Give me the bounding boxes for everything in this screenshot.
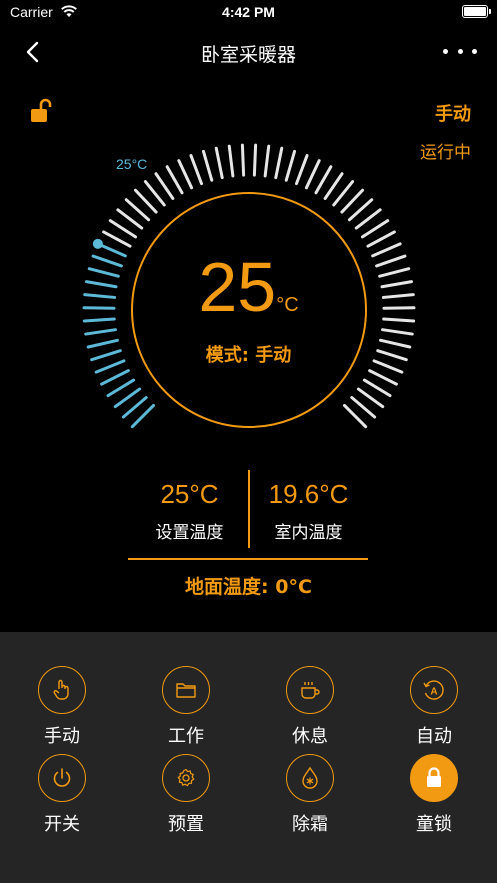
dial-tick xyxy=(189,154,204,186)
coffee-cup-icon xyxy=(286,666,334,714)
dial-tick xyxy=(130,403,156,429)
dial-tick xyxy=(263,144,271,178)
current-setpoint: 25°C xyxy=(0,247,497,327)
dial-tick xyxy=(366,230,396,248)
dial-tick xyxy=(113,387,142,409)
dial-tick xyxy=(314,165,333,195)
dial-tick xyxy=(381,328,414,336)
dial-tick xyxy=(360,219,390,239)
gear-icon xyxy=(162,754,210,802)
dial-tick xyxy=(116,208,144,230)
dial-tick xyxy=(106,378,136,398)
dial-tick xyxy=(284,149,297,182)
dial-tick xyxy=(304,159,321,190)
dial-tick xyxy=(356,387,385,409)
dial-tick xyxy=(165,165,184,195)
dial-tick xyxy=(102,230,132,248)
svg-text:A: A xyxy=(430,687,437,698)
unlock-icon[interactable] xyxy=(28,98,54,124)
dial-mode-text: 模式: 手动 xyxy=(205,345,292,366)
rest-mode-button[interactable]: 休息 xyxy=(265,666,355,748)
dial-tick xyxy=(177,159,194,190)
page-title: 卧室采暖器 xyxy=(200,44,296,66)
dial-tick xyxy=(342,403,368,429)
dial-tick xyxy=(100,369,130,386)
dial-setpoint-label: 25°C xyxy=(116,156,148,172)
rest-mode-label: 休息 xyxy=(292,726,328,747)
power-button[interactable]: 开关 xyxy=(17,754,107,836)
room-temperature-value: 19.6°C xyxy=(268,479,349,509)
work-mode-button[interactable]: 工作 xyxy=(141,666,231,748)
hand-pointer-icon xyxy=(38,666,86,714)
set-temperature-value: 25°C xyxy=(160,479,219,509)
dial-tick xyxy=(362,378,392,398)
dial-tick xyxy=(214,146,224,180)
mode-label: 手动 xyxy=(435,104,471,125)
dial-tick xyxy=(154,172,175,201)
navigation-bar: 卧室采暖器 xyxy=(0,30,497,74)
manual-mode-button[interactable]: 手动 xyxy=(17,666,107,748)
dial-tick xyxy=(108,219,138,239)
preset-label: 预置 xyxy=(168,814,204,835)
divider xyxy=(128,558,368,560)
defrost-label: 除霜 xyxy=(292,814,328,835)
dot-icon xyxy=(443,48,448,54)
floor-temperature: 地面温度: 0°C xyxy=(185,576,312,598)
set-temperature-reading: 25°C 设置温度 xyxy=(130,470,249,543)
preset-button[interactable]: 预置 xyxy=(141,754,231,836)
battery-icon xyxy=(462,5,491,18)
dial-tick xyxy=(323,172,344,201)
child-lock-label: 童锁 xyxy=(416,814,452,835)
setpoint-value: 25 xyxy=(198,248,277,326)
set-temperature-label: 设置温度 xyxy=(155,523,224,543)
status-bar: Carrier 4:42 PM xyxy=(0,0,497,26)
power-label: 开关 xyxy=(44,814,80,835)
lock-icon xyxy=(410,754,458,802)
dial-tick xyxy=(84,328,117,336)
dial-tick xyxy=(252,143,258,177)
dial-tick xyxy=(121,396,148,419)
dot-icon xyxy=(472,48,477,54)
dial-tick xyxy=(143,180,166,207)
dial-tick xyxy=(332,180,355,207)
dial-tick xyxy=(240,143,246,177)
dial-tick xyxy=(274,146,284,180)
more-options-button[interactable] xyxy=(443,40,477,62)
manual-mode-label: 手动 xyxy=(44,726,80,747)
dial-tick xyxy=(368,369,398,386)
folder-icon xyxy=(162,666,210,714)
child-lock-button[interactable]: 童锁 xyxy=(389,754,479,836)
defrost-button[interactable]: 除霜 xyxy=(265,754,355,836)
room-temperature-label: 室内温度 xyxy=(274,523,343,543)
power-icon xyxy=(38,754,86,802)
clock: 4:42 PM xyxy=(222,4,275,20)
auto-icon: A xyxy=(410,666,458,714)
dial-tick xyxy=(227,144,235,178)
dial-tick xyxy=(201,149,214,182)
dial-tick xyxy=(354,208,382,230)
auto-mode-button[interactable]: A 自动 xyxy=(389,666,479,748)
control-panel: 手动 工作 休息 A 自动 开关 预置 除霜 童锁 xyxy=(0,632,497,883)
work-mode-label: 工作 xyxy=(168,726,204,747)
temperature-readings: 25°C 设置温度 19.6°C 室内温度 xyxy=(130,470,368,548)
defrost-drop-icon xyxy=(286,754,334,802)
dial-tick xyxy=(350,396,377,419)
room-temperature-reading: 19.6°C 室内温度 xyxy=(249,470,368,543)
setpoint-unit: °C xyxy=(276,294,299,316)
auto-mode-label: 自动 xyxy=(416,726,452,747)
dial-tick xyxy=(294,154,309,186)
dot-icon xyxy=(457,48,463,54)
